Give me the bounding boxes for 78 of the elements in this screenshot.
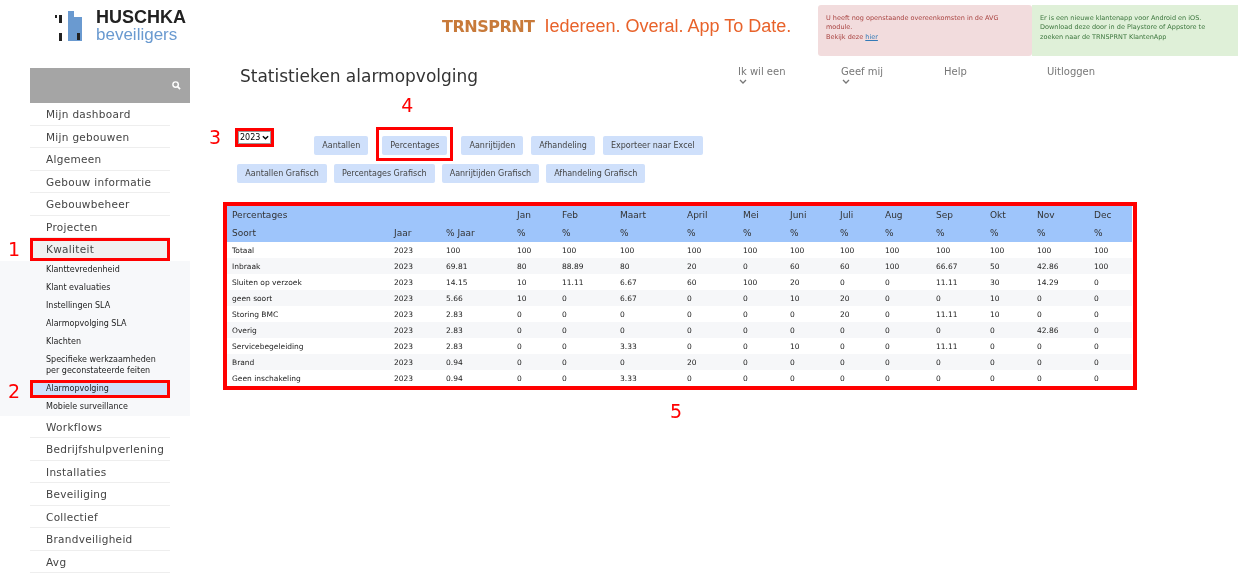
sidebar-subitem[interactable]: Specifieke werkzaamheden per geconstateerde feiten — [30, 350, 170, 380]
column-header: Dec — [1094, 210, 1112, 220]
tab-button[interactable]: Aanrijtijden — [461, 136, 524, 155]
sidebar-item[interactable]: Bedrijfshulpverlening — [30, 438, 170, 461]
sidebar-item[interactable]: Beveiliging — [30, 483, 170, 506]
sidebar-subitem[interactable]: Instellingen SLA — [30, 296, 170, 315]
column-header: Jan — [517, 210, 531, 220]
sidebar-item[interactable]: Mijn dashboard — [30, 103, 170, 126]
column-header: Okt — [990, 210, 1006, 220]
column-header: April — [687, 210, 708, 220]
sidebar-subitem[interactable]: Klant evaluaties — [30, 278, 170, 297]
sidebar-item[interactable]: Avg — [30, 550, 170, 573]
column-header: % — [562, 228, 571, 238]
column-header: % — [1094, 228, 1103, 238]
tab-button[interactable]: Percentages Grafisch — [333, 164, 435, 183]
tab-button[interactable]: Percentages — [382, 136, 448, 155]
slogan: Iedereen. Overal. App To Date. — [544, 16, 792, 37]
nav-link[interactable]: Geef mij — [841, 66, 884, 84]
column-header: Jaar — [394, 228, 412, 238]
tab-button[interactable]: Aanrijtijden Grafisch — [441, 164, 540, 183]
column-header: Aug — [885, 210, 903, 220]
nav-link[interactable]: Help — [944, 66, 967, 77]
year-select[interactable]: 2023 — [238, 131, 272, 144]
column-header: Juni — [790, 210, 807, 220]
nav-link[interactable]: Uitloggen — [1047, 66, 1096, 77]
column-header: Feb — [562, 210, 578, 220]
column-header: Percentages — [232, 210, 288, 220]
column-header: % — [687, 228, 696, 238]
callout-number: 3 — [209, 128, 222, 147]
sidebar-subitem[interactable]: Klanttevredenheid — [30, 260, 170, 279]
sidebar-subitem[interactable]: Klachten — [30, 332, 170, 351]
column-header: Maart — [620, 210, 647, 220]
sidebar-item[interactable]: Collectief — [30, 505, 170, 528]
column-header: % — [620, 228, 629, 238]
callout-number: 1 — [8, 240, 21, 259]
callout-number: 5 — [669, 402, 683, 421]
column-header: % — [936, 228, 945, 238]
sidebar-item[interactable]: Gebouw informatie — [30, 170, 170, 193]
column-header: Mei — [743, 210, 759, 220]
column-header: Sep — [936, 210, 953, 220]
column-header: % — [790, 228, 799, 238]
chevron-down-icon — [739, 79, 747, 84]
search-icon — [172, 81, 181, 90]
logo-name: HUSCHKA — [96, 8, 186, 26]
page-title: Statistieken alarmopvolging — [240, 66, 480, 86]
column-header: % — [885, 228, 894, 238]
sidebar-item[interactable]: Installaties — [30, 460, 170, 483]
column-header: % — [840, 228, 849, 238]
tab-button[interactable]: Exporteer naar Excel — [602, 136, 703, 155]
tab-button[interactable]: Aantallen — [314, 136, 369, 155]
column-header: Juli — [840, 210, 854, 220]
sidebar-item[interactable]: Gebouwbeheer — [30, 193, 170, 216]
column-header: Soort — [232, 228, 256, 238]
tab-button[interactable]: Aantallen Grafisch — [237, 164, 327, 183]
column-header: % — [1037, 228, 1046, 238]
chevron-down-icon — [842, 79, 850, 84]
sidebar-subitem[interactable]: Alarmopvolging SLA — [30, 314, 170, 333]
sidebar-item[interactable]: Mijn gebouwen — [30, 125, 170, 148]
callout-number: 2 — [8, 381, 21, 401]
tab-button[interactable]: Afhandeling — [531, 136, 595, 155]
column-header: % — [990, 228, 999, 238]
tab-button[interactable]: Afhandeling Grafisch — [546, 164, 646, 183]
callout-number: 4 — [401, 96, 414, 115]
brand-name: TRNSPRNT — [442, 17, 535, 36]
nav-link[interactable]: Ik wil een — [738, 66, 786, 84]
sidebar-item[interactable]: Algemeen — [30, 148, 170, 171]
sidebar-subitem[interactable]: Alarmopvolging — [30, 379, 170, 398]
column-header: % Jaar — [446, 228, 475, 238]
column-header: % — [743, 228, 752, 238]
sidebar-subitem[interactable]: Mobiele surveillance — [30, 397, 170, 416]
column-header: % — [517, 228, 526, 238]
sidebar-item[interactable]: Brandveiligheid — [30, 528, 170, 551]
sidebar-item[interactable]: Kwaliteit — [30, 238, 170, 261]
sidebar-item[interactable]: Workflows — [30, 415, 170, 438]
search-field[interactable] — [30, 68, 190, 103]
column-header: Nov — [1037, 210, 1055, 220]
chevron-down-icon — [262, 135, 270, 140]
logo-subtitle: beveiligers — [96, 26, 179, 43]
